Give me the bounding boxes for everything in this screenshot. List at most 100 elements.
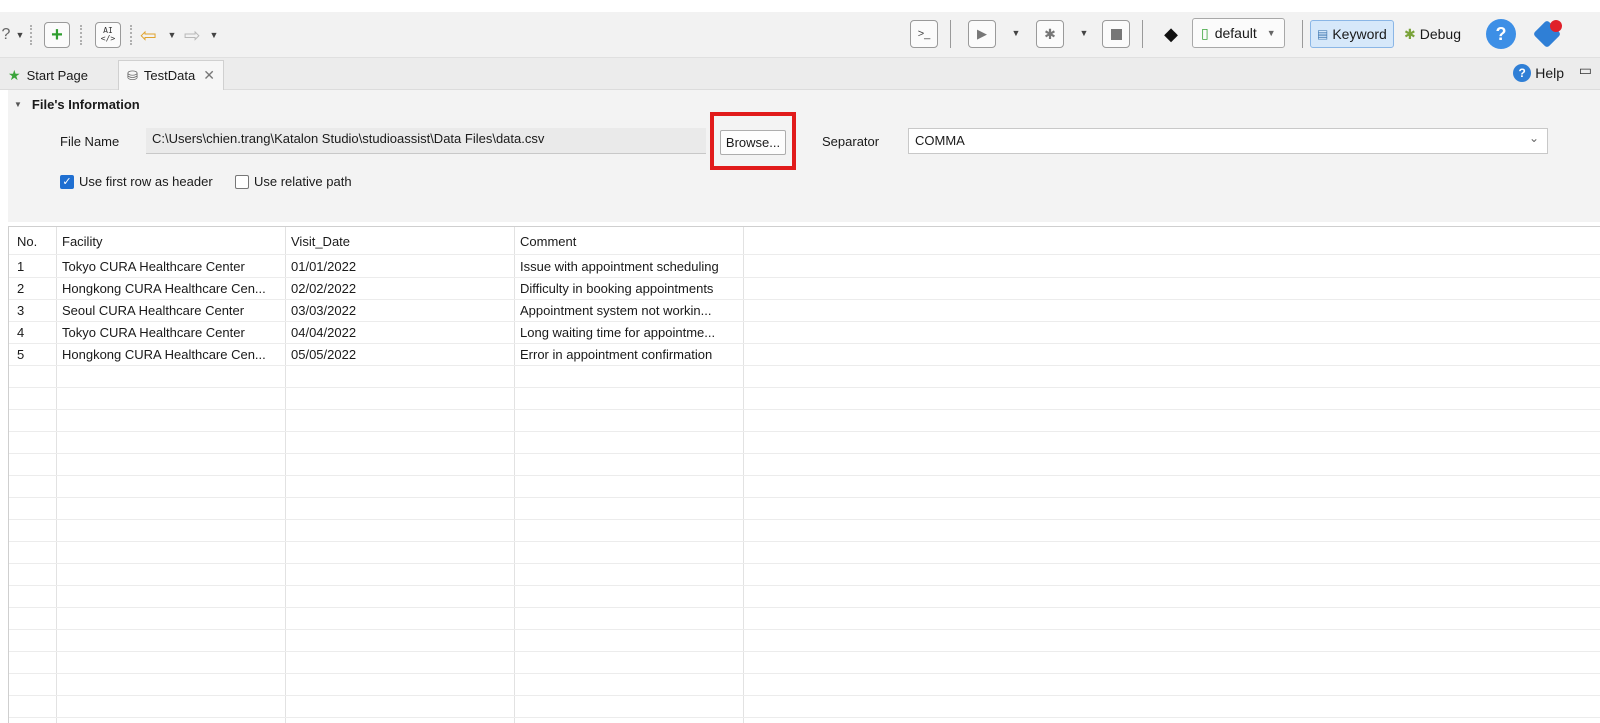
help-icon[interactable]: ? <box>1486 19 1516 49</box>
chevron-down-icon: ⌄ <box>1528 131 1539 145</box>
tab-testdata[interactable]: ⛁ TestData ✕ <box>118 60 224 90</box>
table-cell[interactable]: Issue with appointment scheduling <box>514 256 743 278</box>
notifications-button[interactable] <box>1530 18 1564 50</box>
keyword-label: Keyword <box>1332 26 1387 42</box>
empty-table-row[interactable] <box>9 630 1600 652</box>
empty-table-row[interactable] <box>9 432 1600 454</box>
column-header[interactable]: No. <box>11 227 56 255</box>
table-cell[interactable]: Hongkong CURA Healthcare Cen... <box>56 278 285 300</box>
ai-code-icon: AI </> <box>100 26 116 43</box>
empty-table-row[interactable] <box>9 388 1600 410</box>
toolbar-separator <box>1302 20 1303 48</box>
use-first-row-header-checkbox[interactable]: ✓ Use first row as header <box>60 174 213 189</box>
run-button[interactable]: ▶ <box>968 20 996 48</box>
table-cell[interactable]: Tokyo CURA Healthcare Center <box>56 256 285 278</box>
table-row[interactable]: 1 Tokyo CURA Healthcare Center 01/01/202… <box>9 256 1600 278</box>
record-icon: ◆ <box>1164 23 1178 44</box>
chevron-down-icon[interactable]: ▼ <box>208 22 220 48</box>
stop-button[interactable] <box>1102 20 1130 48</box>
separator-label: Separator <box>822 134 880 149</box>
keyword-icon: ▤ <box>1317 27 1329 41</box>
close-icon[interactable]: ✕ <box>203 67 215 84</box>
empty-table-row[interactable] <box>9 454 1600 476</box>
empty-table-row[interactable] <box>9 476 1600 498</box>
chevron-down-icon[interactable]: ▼ <box>166 22 178 48</box>
empty-table-row[interactable] <box>9 498 1600 520</box>
plus-icon: + <box>51 24 63 46</box>
checkbox-checked-icon: ✓ <box>60 174 74 189</box>
lightbulb-icon[interactable]: ? <box>0 22 12 48</box>
empty-table-row[interactable] <box>9 564 1600 586</box>
empty-table-row[interactable] <box>9 608 1600 630</box>
table-cell[interactable]: Seoul CURA Healthcare Center <box>56 300 285 322</box>
empty-table-row[interactable] <box>9 520 1600 542</box>
table-cell[interactable]: 01/01/2022 <box>285 256 514 278</box>
help-link[interactable]: ? Help <box>1513 64 1564 82</box>
table-cell[interactable]: 4 <box>11 322 56 344</box>
table-cell[interactable]: 04/04/2022 <box>285 322 514 344</box>
column-header[interactable]: Facility <box>56 227 285 255</box>
execution-profile-dropdown[interactable]: ▯ default ▼ <box>1192 18 1285 48</box>
tab-start-page[interactable]: ★ Start Page <box>0 60 96 90</box>
empty-table-row[interactable] <box>9 366 1600 388</box>
toolbar-grip <box>30 25 34 45</box>
section-title: File's Information <box>31 97 140 112</box>
document-icon: ▯ <box>1201 24 1209 41</box>
studioassist-ai-button[interactable]: AI </> <box>95 22 121 48</box>
table-cell[interactable]: 3 <box>11 300 56 322</box>
debug-mode-button[interactable]: ✱ Debug <box>1398 20 1467 48</box>
table-row[interactable]: 4 Tokyo CURA Healthcare Center 04/04/202… <box>9 322 1600 344</box>
chevron-down-icon[interactable]: ▼ <box>1010 20 1022 46</box>
empty-table-row[interactable] <box>9 410 1600 432</box>
table-cell[interactable]: Tokyo CURA Healthcare Center <box>56 322 285 344</box>
minimize-icon[interactable]: ▭ <box>1579 62 1592 79</box>
add-new-button[interactable]: + <box>44 22 70 48</box>
table-row[interactable]: 5 Hongkong CURA Healthcare Cen... 05/05/… <box>9 344 1600 366</box>
section-header[interactable]: ▼ File's Information <box>14 97 140 112</box>
table-cell[interactable]: 5 <box>11 344 56 366</box>
table-cell[interactable]: 2 <box>11 278 56 300</box>
empty-table-row[interactable] <box>9 542 1600 564</box>
separator-select[interactable]: COMMA ⌄ <box>908 128 1548 154</box>
table-cell[interactable]: Difficulty in booking appointments <box>514 278 743 300</box>
debug-run-button[interactable]: ✱ <box>1036 20 1064 48</box>
column-header[interactable]: Visit_Date <box>285 227 514 255</box>
keyword-mode-button[interactable]: ▤ Keyword <box>1310 20 1394 48</box>
chevron-down-icon[interactable]: ▼ <box>14 22 26 48</box>
table-cell[interactable]: 1 <box>11 256 56 278</box>
table-row[interactable]: 3 Seoul CURA Healthcare Center 03/03/202… <box>9 300 1600 322</box>
empty-table-row[interactable] <box>9 652 1600 674</box>
bug-icon: ✱ <box>1404 25 1416 42</box>
bug-icon: ✱ <box>1044 25 1056 42</box>
navigate-back-button[interactable]: ⇦ <box>140 22 157 48</box>
tab-label: TestData <box>143 68 196 83</box>
table-cell[interactable]: 03/03/2022 <box>285 300 514 322</box>
highlight-box <box>710 112 796 170</box>
toolbar-separator <box>1142 20 1143 48</box>
record-button[interactable]: ◆ <box>1158 20 1184 48</box>
chevron-down-icon[interactable]: ▼ <box>1078 20 1090 46</box>
navigate-forward-button[interactable]: ⇨ <box>184 22 201 48</box>
table-cell[interactable]: Long waiting time for appointme... <box>514 322 743 344</box>
table-cell[interactable]: Error in appointment confirmation <box>514 344 743 366</box>
tab-label: Start Page <box>26 67 88 83</box>
database-icon: ⛁ <box>127 67 138 83</box>
table-row[interactable]: 2 Hongkong CURA Healthcare Cen... 02/02/… <box>9 278 1600 300</box>
empty-table-row[interactable] <box>9 586 1600 608</box>
table-cell[interactable]: 02/02/2022 <box>285 278 514 300</box>
table-cell[interactable]: Appointment system not workin... <box>514 300 743 322</box>
use-relative-path-checkbox[interactable]: Use relative path <box>235 174 352 189</box>
debug-label: Debug <box>1419 26 1461 42</box>
table-header-row: No. Facility Visit_Date Comment <box>9 227 1600 255</box>
checkbox-unchecked-icon <box>235 174 249 189</box>
separator-value: COMMA <box>915 133 965 148</box>
table-cell[interactable]: 05/05/2022 <box>285 344 514 366</box>
column-header[interactable]: Comment <box>514 227 743 255</box>
terminal-button[interactable]: >_ <box>910 20 938 48</box>
empty-table-row[interactable] <box>9 696 1600 718</box>
file-path-field[interactable]: C:\Users\chien.trang\Katalon Studio\stud… <box>146 128 706 154</box>
empty-table-row[interactable] <box>9 674 1600 696</box>
table-cell[interactable]: Hongkong CURA Healthcare Cen... <box>56 344 285 366</box>
chevron-down-icon: ▼ <box>1266 28 1276 38</box>
main-toolbar: ? ▼ + AI </> ⇦ ▼ ⇨ ▼ >_ ▶ ▼ ✱ ▼ ◆ ▯ defau… <box>0 12 1600 58</box>
